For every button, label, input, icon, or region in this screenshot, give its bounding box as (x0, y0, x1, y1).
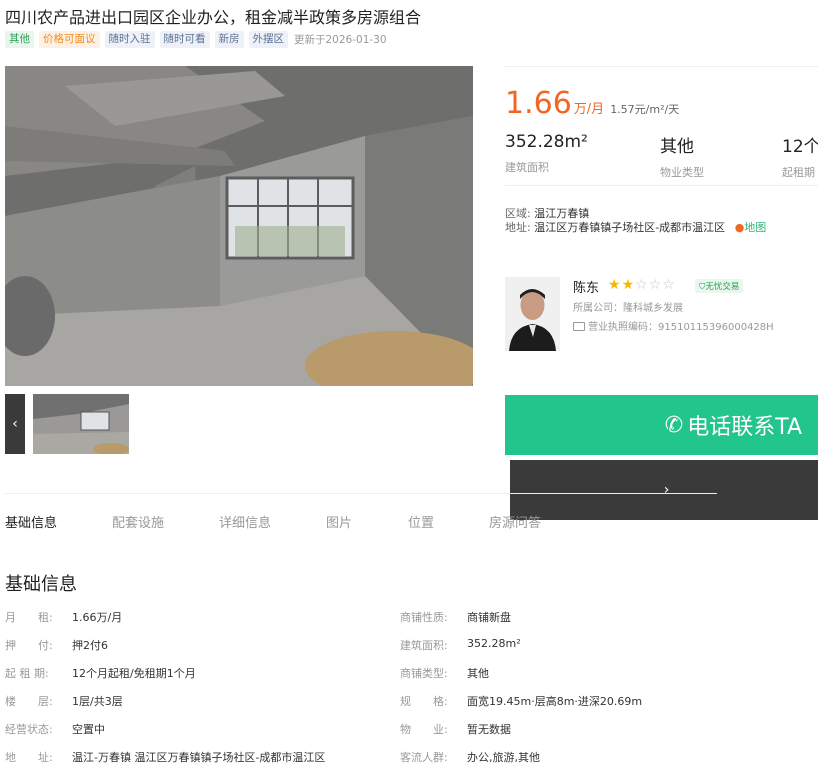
tab-location[interactable]: 位置 (408, 512, 434, 531)
divider (505, 185, 818, 186)
info-row-floor: 楼 层: 1层/共3层 (5, 693, 123, 709)
field-label: 客流人群: (400, 751, 448, 764)
badge-label: 无忧交易 (705, 282, 740, 292)
map-link-label: 地图 (744, 221, 767, 234)
trust-badge: ⛉无忧交易 (695, 279, 744, 293)
phone-icon: ✆ (664, 412, 684, 438)
license-text: 营业执照编码：91510115396000428H (588, 322, 774, 333)
info-row-shop-nature: 商铺性质: 商铺新盘 (400, 609, 511, 625)
field-label: 商铺性质: (400, 611, 448, 624)
call-button-label: 电话联系TA (687, 415, 802, 440)
field-label: 起 租 期: (5, 667, 49, 680)
price-value: 1.66 (505, 86, 572, 121)
main-photo[interactable] (5, 66, 473, 386)
star-empty-icon: ☆ (648, 277, 663, 293)
field-value: 空置中 (72, 723, 105, 736)
field-value: 352.28m² (467, 637, 521, 650)
tab-details[interactable]: 详细信息 (219, 512, 271, 531)
divider (5, 493, 717, 494)
info-row-status: 经营状态: 空置中 (5, 721, 105, 737)
avatar[interactable] (505, 277, 560, 351)
field-value: 1层/共3层 (72, 695, 123, 708)
tag-move-in: 随时入驻 (104, 31, 155, 48)
field-label: 月 租: (5, 611, 53, 624)
map-link[interactable]: ●地图 (735, 221, 767, 234)
tag-property-type: 其他 (5, 31, 34, 48)
stat-area: 352.28m² 建筑面积 (505, 132, 588, 175)
field-label: 商铺类型: (400, 667, 448, 680)
price-unit: 万/月 (573, 102, 605, 117)
agent-license: 营业执照编码：91510115396000428H (573, 318, 774, 333)
field-label: 楼 层: (5, 695, 53, 708)
address-value: 温江区万春镇镇子场社区-成都市温江区 (534, 221, 726, 234)
tag-new: 新房 (214, 31, 244, 48)
agent-company: 所属公司：隆科城乡发展 (573, 303, 683, 314)
office-interior-image (5, 66, 473, 386)
agent-portrait (505, 277, 560, 351)
field-value: 押2付6 (72, 639, 108, 652)
call-agent-button[interactable]: ✆ 电话联系TA (505, 395, 818, 455)
info-row-shop-type: 商铺类型: 其他 (400, 665, 489, 681)
divider (505, 66, 818, 67)
star-icon: ★ (621, 277, 636, 293)
star-empty-icon: ☆ (662, 277, 676, 293)
tag-list: 其他 价格可面议 随时入驻 随时可看 新房 外摆区 更新于2026-01-30 (5, 31, 387, 48)
tag-negotiable: 价格可面议 (39, 31, 100, 48)
section-title: 基础信息 (5, 574, 77, 595)
field-value: 其他 (467, 667, 489, 680)
tab-photos[interactable]: 图片 (326, 512, 352, 531)
tab-basic-info[interactable]: 基础信息 (5, 512, 57, 531)
tag-outdoor: 外摆区 (248, 31, 288, 48)
field-label: 押 付: (5, 639, 53, 652)
info-row-address: 地 址: 温江-万春镇 温江区万春镇镇子场社区-成都市温江区 (5, 749, 325, 765)
field-value: 办公,旅游,其他 (467, 751, 540, 764)
price-per-unit: 1.57元/m²/天 (610, 103, 680, 116)
field-value: 商铺新盘 (467, 611, 511, 624)
next-image-button[interactable]: › (510, 460, 818, 520)
map-pin-icon: ● (734, 221, 745, 234)
prev-image-button[interactable]: ‹ (5, 394, 25, 454)
field-value: 12个月起租/免租期1个月 (72, 667, 196, 680)
thumbnail-picture (33, 394, 129, 454)
thumbnail-image[interactable] (33, 394, 129, 454)
address-label: 地址: (505, 221, 531, 234)
tag-viewing: 随时可看 (159, 31, 210, 48)
info-row-lease-term: 起 租 期: 12个月起租/免租期1个月 (5, 665, 196, 681)
address-row: 地址: 温江区万春镇镇子场社区-成都市温江区 ●地图 (505, 219, 766, 235)
field-value: 面宽19.45m·层高8m·进深20.69m (467, 695, 643, 708)
field-label: 地 址: (5, 751, 53, 764)
tab-qa[interactable]: 房源问答 (489, 512, 541, 531)
field-label: 经营状态: (5, 723, 53, 736)
agent-name[interactable]: 陈东 (573, 277, 599, 296)
field-value: 暂无数据 (467, 723, 511, 736)
stat-value: 352.28m² (505, 132, 588, 152)
agent-rating: ★★☆☆☆ (608, 277, 676, 293)
stat-label: 起租期 (782, 166, 815, 179)
stat-value: 12个 (782, 137, 818, 157)
info-row-rent: 月 租: 1.66万/月 (5, 609, 122, 625)
field-label: 物 业: (400, 723, 448, 736)
star-empty-icon: ☆ (635, 277, 649, 293)
tab-facilities[interactable]: 配套设施 (112, 512, 164, 531)
info-row-area: 建筑面积: 352.28m² (400, 637, 521, 653)
listing-title: 四川农产品进出口园区企业办公，租金减半政策多房源组合 (5, 8, 422, 27)
field-value: 1.66万/月 (72, 611, 123, 624)
info-row-foot-traffic: 客流人群: 办公,旅游,其他 (400, 749, 540, 765)
field-label: 规 格: (400, 695, 448, 708)
thumbnail-strip: ‹ › (5, 394, 818, 520)
stat-label: 建筑面积 (505, 161, 549, 174)
stat-value: 其他 (660, 137, 694, 157)
stat-lease-term: 12个 起租期 (782, 132, 818, 180)
field-label: 建筑面积: (400, 639, 448, 652)
info-row-deposit: 押 付: 押2付6 (5, 637, 108, 653)
field-value: 温江-万春镇 温江区万春镇镇子场社区-成都市温江区 (72, 751, 326, 764)
license-icon (573, 322, 585, 331)
stat-label: 物业类型 (660, 166, 704, 179)
update-date: 更新于2026-01-30 (294, 34, 387, 46)
info-row-property-mgmt: 物 业: 暂无数据 (400, 721, 511, 737)
price: 1.66 万/月 1.57元/m²/天 (505, 86, 679, 121)
info-row-spec: 规 格: 面宽19.45m·层高8m·进深20.69m (400, 693, 642, 709)
star-icon: ★ (608, 277, 622, 293)
stat-property-type: 其他 物业类型 (660, 132, 704, 180)
